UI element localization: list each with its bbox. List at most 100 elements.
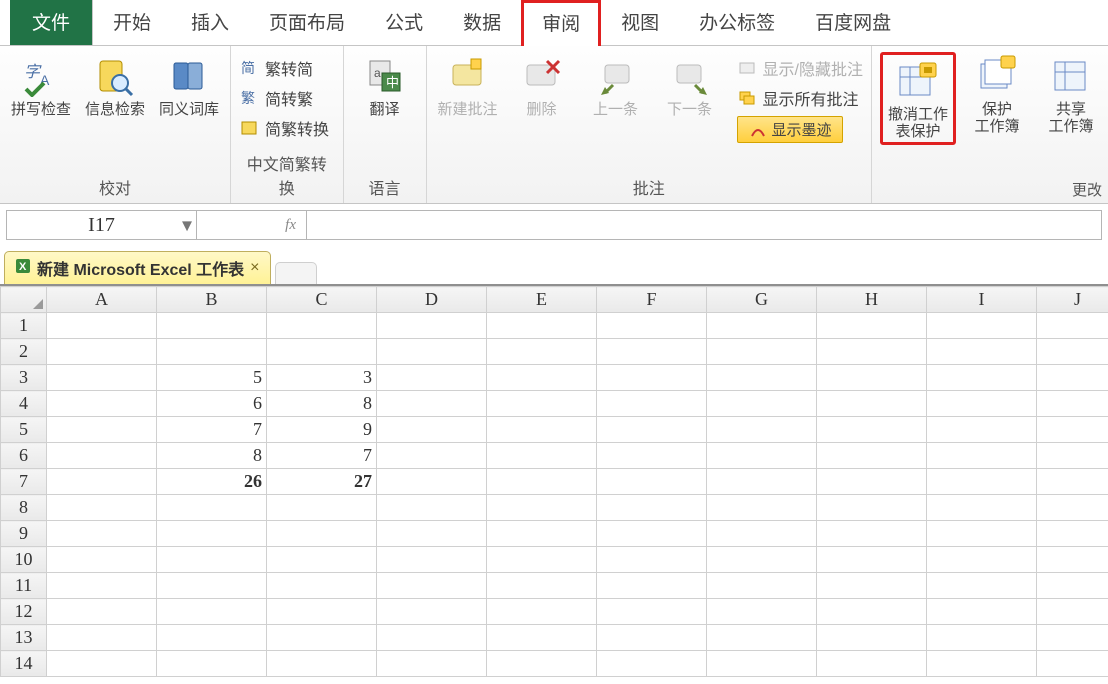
cell-I12[interactable] [927, 599, 1037, 625]
thesaurus-button[interactable]: 同义词库 [156, 52, 222, 119]
cell-C9[interactable] [267, 521, 377, 547]
row-header-6[interactable]: 6 [1, 443, 47, 469]
cell-B4[interactable]: 6 [157, 391, 267, 417]
cell-A1[interactable] [47, 313, 157, 339]
cell-F10[interactable] [597, 547, 707, 573]
research-button[interactable]: 信息检索 [82, 52, 148, 119]
spreadsheet-grid[interactable]: ABCDEFGHIJ123534685796877262789101112131… [0, 284, 1108, 677]
cell-F13[interactable] [597, 625, 707, 651]
cell-J2[interactable] [1037, 339, 1108, 365]
cell-E4[interactable] [487, 391, 597, 417]
cell-D6[interactable] [377, 443, 487, 469]
cell-H8[interactable] [817, 495, 927, 521]
cell-B5[interactable]: 7 [157, 417, 267, 443]
cell-I1[interactable] [927, 313, 1037, 339]
cell-J7[interactable] [1037, 469, 1108, 495]
cell-E7[interactable] [487, 469, 597, 495]
cell-J10[interactable] [1037, 547, 1108, 573]
row-header-4[interactable]: 4 [1, 391, 47, 417]
cell-F6[interactable] [597, 443, 707, 469]
cell-C10[interactable] [267, 547, 377, 573]
cell-D11[interactable] [377, 573, 487, 599]
cell-E9[interactable] [487, 521, 597, 547]
cell-E13[interactable] [487, 625, 597, 651]
cell-H4[interactable] [817, 391, 927, 417]
translate-button[interactable]: a 中 翻译 [352, 52, 418, 119]
cell-A2[interactable] [47, 339, 157, 365]
cell-F11[interactable] [597, 573, 707, 599]
cell-G6[interactable] [707, 443, 817, 469]
tab-insert[interactable]: 插入 [171, 0, 249, 45]
cell-G11[interactable] [707, 573, 817, 599]
cell-J11[interactable] [1037, 573, 1108, 599]
cell-H11[interactable] [817, 573, 927, 599]
cell-E1[interactable] [487, 313, 597, 339]
unprotect-sheet-button[interactable]: 撤消工作 表保护 [885, 57, 951, 140]
tab-home[interactable]: 开始 [93, 0, 171, 45]
cell-I11[interactable] [927, 573, 1037, 599]
tab-data[interactable]: 数据 [443, 0, 521, 45]
cell-C11[interactable] [267, 573, 377, 599]
cell-I7[interactable] [927, 469, 1037, 495]
protect-workbook-button[interactable]: 保护 工作簿 [964, 52, 1030, 135]
show-ink-button[interactable]: 显示墨迹 [737, 116, 863, 143]
name-box-dropdown-icon[interactable]: ▾ [182, 213, 192, 238]
cell-C4[interactable]: 8 [267, 391, 377, 417]
cell-C13[interactable] [267, 625, 377, 651]
cell-H10[interactable] [817, 547, 927, 573]
column-header-D[interactable]: D [377, 287, 487, 313]
cell-H6[interactable] [817, 443, 927, 469]
cell-A10[interactable] [47, 547, 157, 573]
cell-B11[interactable] [157, 573, 267, 599]
column-header-J[interactable]: J [1037, 287, 1108, 313]
cell-G3[interactable] [707, 365, 817, 391]
cell-A5[interactable] [47, 417, 157, 443]
column-header-C[interactable]: C [267, 287, 377, 313]
cell-F2[interactable] [597, 339, 707, 365]
cell-E11[interactable] [487, 573, 597, 599]
spellcheck-button[interactable]: 字 A 拼写检查 [8, 52, 74, 119]
cell-H1[interactable] [817, 313, 927, 339]
cell-J14[interactable] [1037, 651, 1108, 677]
new-comment-button[interactable]: 新建批注 [435, 52, 501, 119]
cell-C1[interactable] [267, 313, 377, 339]
show-all-comments-button[interactable]: 显示所有批注 [737, 86, 863, 110]
row-header-13[interactable]: 13 [1, 625, 47, 651]
cell-G7[interactable] [707, 469, 817, 495]
cell-E5[interactable] [487, 417, 597, 443]
cell-D8[interactable] [377, 495, 487, 521]
cell-G13[interactable] [707, 625, 817, 651]
row-header-12[interactable]: 12 [1, 599, 47, 625]
next-comment-button[interactable]: 下一条 [657, 52, 723, 119]
tab-review[interactable]: 审阅 [521, 0, 601, 46]
cell-H2[interactable] [817, 339, 927, 365]
cell-A9[interactable] [47, 521, 157, 547]
cell-H7[interactable] [817, 469, 927, 495]
cell-F9[interactable] [597, 521, 707, 547]
column-header-H[interactable]: H [817, 287, 927, 313]
column-header-B[interactable]: B [157, 287, 267, 313]
delete-comment-button[interactable]: 删除 [509, 52, 575, 119]
cell-I3[interactable] [927, 365, 1037, 391]
to-traditional-button[interactable]: 繁 简转繁 [239, 86, 329, 110]
tab-baidu-netdisk[interactable]: 百度网盘 [795, 0, 911, 45]
cell-E2[interactable] [487, 339, 597, 365]
cell-B9[interactable] [157, 521, 267, 547]
cell-E6[interactable] [487, 443, 597, 469]
to-simplified-button[interactable]: 简 繁转简 [239, 56, 329, 80]
tab-file[interactable]: 文件 [10, 0, 93, 45]
cell-A6[interactable] [47, 443, 157, 469]
cell-F12[interactable] [597, 599, 707, 625]
cell-C12[interactable] [267, 599, 377, 625]
cell-G10[interactable] [707, 547, 817, 573]
cell-I9[interactable] [927, 521, 1037, 547]
sc-convert-button[interactable]: 简繁转换 [239, 116, 329, 140]
row-header-1[interactable]: 1 [1, 313, 47, 339]
cell-D5[interactable] [377, 417, 487, 443]
cell-I10[interactable] [927, 547, 1037, 573]
cell-J1[interactable] [1037, 313, 1108, 339]
cell-B6[interactable]: 8 [157, 443, 267, 469]
cell-H13[interactable] [817, 625, 927, 651]
tab-formulas[interactable]: 公式 [365, 0, 443, 45]
cell-F8[interactable] [597, 495, 707, 521]
